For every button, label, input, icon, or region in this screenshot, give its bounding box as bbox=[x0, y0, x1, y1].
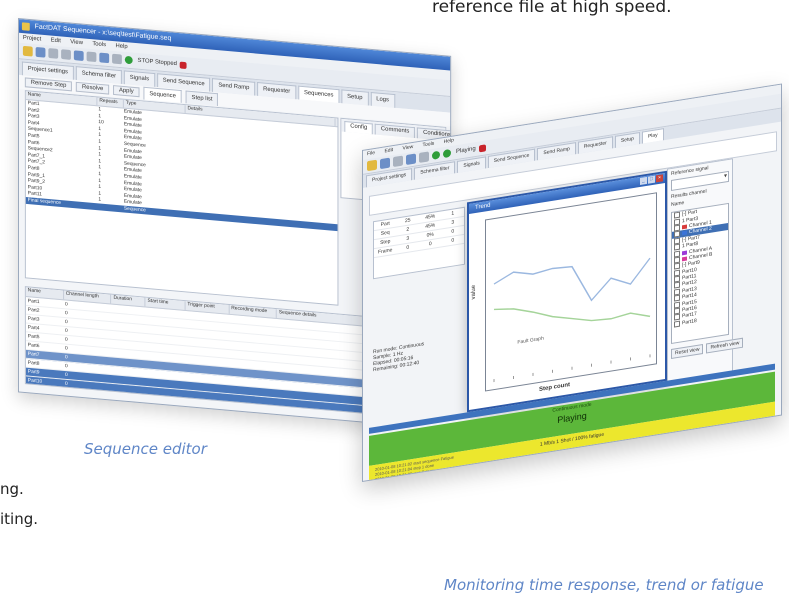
checkbox-icon[interactable] bbox=[674, 320, 680, 328]
add-step-icon[interactable] bbox=[73, 50, 84, 61]
tab-signals[interactable]: Signals bbox=[123, 70, 155, 87]
x-axis-label: Step count bbox=[539, 382, 570, 393]
progress-table: Part 25 45% 1 Seq 2 45% 3 Step 3 0% 0 Frame 0 0 0 bbox=[373, 206, 465, 280]
save-icon[interactable] bbox=[35, 46, 46, 58]
menu-project[interactable]: Project bbox=[23, 35, 41, 42]
record-status-icon[interactable] bbox=[443, 148, 451, 159]
monitor-tab-signals[interactable]: Signals bbox=[457, 156, 486, 173]
monitor-menu-help[interactable]: Help bbox=[444, 137, 454, 145]
add-icon[interactable] bbox=[406, 153, 416, 166]
side-text-1: ng. bbox=[0, 480, 24, 498]
settings-icon[interactable] bbox=[112, 53, 122, 65]
trend-plot-area[interactable]: Fault Graph bbox=[485, 192, 657, 392]
minimize-icon[interactable]: _ bbox=[640, 176, 647, 185]
step-cell-repeats bbox=[96, 203, 121, 212]
plot-annotation: Fault Graph bbox=[517, 336, 544, 346]
settings-icon[interactable] bbox=[419, 151, 429, 163]
channel-tree[interactable]: [-] Part 1 Part3 Channel 1 Channel 2 [-] Par… bbox=[671, 202, 729, 345]
redo-icon[interactable] bbox=[61, 49, 71, 60]
monitor-tab-requester[interactable]: Requester bbox=[577, 136, 613, 154]
resolve-button[interactable]: Resolve bbox=[76, 81, 110, 95]
monitor-menu-view[interactable]: View bbox=[402, 144, 413, 152]
refresh-view-button[interactable]: Refresh view bbox=[706, 337, 744, 354]
menu-tools[interactable]: Tools bbox=[92, 41, 106, 48]
dialog-window-buttons: _ □ × bbox=[640, 174, 663, 185]
close-icon[interactable]: × bbox=[656, 174, 663, 183]
log-cell-dur bbox=[110, 393, 143, 404]
y-axis-label: value bbox=[471, 284, 477, 300]
caption-monitoring: Monitoring time response, trend or fatig… bbox=[444, 576, 764, 594]
caption-sequence-editor: Sequence editor bbox=[84, 440, 207, 458]
menu-view[interactable]: View bbox=[70, 39, 83, 46]
maximize-icon[interactable]: □ bbox=[648, 175, 655, 184]
side-tab-config[interactable]: Config bbox=[344, 121, 374, 135]
monitor-menu-file[interactable]: File bbox=[367, 150, 375, 157]
run-info: Run mode: Continuous Sample: 1 Hz Elapse… bbox=[373, 341, 424, 373]
toolbar-status: STOP Stopped bbox=[137, 57, 177, 68]
subtab-sequence[interactable]: Sequence bbox=[143, 86, 182, 103]
monitoring-window: File Edit View Tools Help Playing Projec… bbox=[362, 83, 782, 482]
stop-icon[interactable] bbox=[179, 61, 187, 69]
undo-icon[interactable] bbox=[48, 48, 59, 59]
color-swatch-icon bbox=[682, 250, 687, 255]
trend-chart: Fault Graph bbox=[493, 257, 651, 383]
tab-setup[interactable]: Setup bbox=[341, 89, 369, 106]
series-line-2 bbox=[493, 308, 651, 322]
monitor-tab-play[interactable]: Play bbox=[641, 128, 664, 144]
open-icon[interactable] bbox=[367, 159, 377, 172]
menu-help[interactable]: Help bbox=[116, 43, 128, 50]
menu-edit[interactable]: Edit bbox=[51, 38, 61, 45]
play-status-icon[interactable] bbox=[124, 55, 133, 65]
play-status-icon[interactable] bbox=[432, 150, 440, 160]
color-swatch-icon bbox=[682, 230, 687, 236]
monitor-menu-tools[interactable]: Tools bbox=[423, 141, 435, 149]
series-line-1 bbox=[493, 257, 651, 302]
monitor-menu-edit[interactable]: Edit bbox=[384, 147, 393, 154]
cut-icon[interactable] bbox=[393, 155, 403, 168]
tab-logs[interactable]: Logs bbox=[370, 91, 395, 108]
grid-icon[interactable] bbox=[99, 52, 110, 64]
open-folder-icon[interactable] bbox=[22, 45, 33, 57]
apply-button[interactable]: Apply bbox=[113, 85, 140, 98]
color-swatch-icon bbox=[682, 256, 687, 262]
channel-selector-pane: Reference signal Results channel Name [-… bbox=[667, 158, 744, 385]
trend-dialog: Trend _ □ × Fault Graph value Step count bbox=[467, 170, 667, 413]
stop-icon[interactable] bbox=[478, 143, 486, 153]
channel-tree-label: Part18 bbox=[682, 317, 697, 327]
header-text: reference file at high speed. bbox=[432, 0, 672, 17]
color-swatch-icon bbox=[682, 224, 687, 230]
delete-step-icon[interactable] bbox=[86, 51, 97, 63]
monitor-tab-setup[interactable]: Setup bbox=[614, 131, 640, 148]
monitor-toolbar-status: Playing bbox=[456, 145, 476, 156]
remove-step-button[interactable]: Remove Step bbox=[24, 77, 73, 92]
save-icon[interactable] bbox=[380, 157, 390, 170]
side-tab-comments[interactable]: Comments bbox=[375, 123, 416, 139]
reset-view-button[interactable]: Reset view bbox=[671, 343, 704, 360]
log-cell-dur bbox=[110, 384, 143, 395]
side-text-2: iting. bbox=[0, 510, 39, 528]
subtab-step-list[interactable]: Step list bbox=[185, 89, 219, 106]
trend-dialog-title-text: Trend bbox=[475, 202, 491, 212]
sequence-step-table: Name Repeats Type Details Part1 1 Emulate P… bbox=[24, 90, 339, 306]
app-icon bbox=[21, 22, 30, 31]
